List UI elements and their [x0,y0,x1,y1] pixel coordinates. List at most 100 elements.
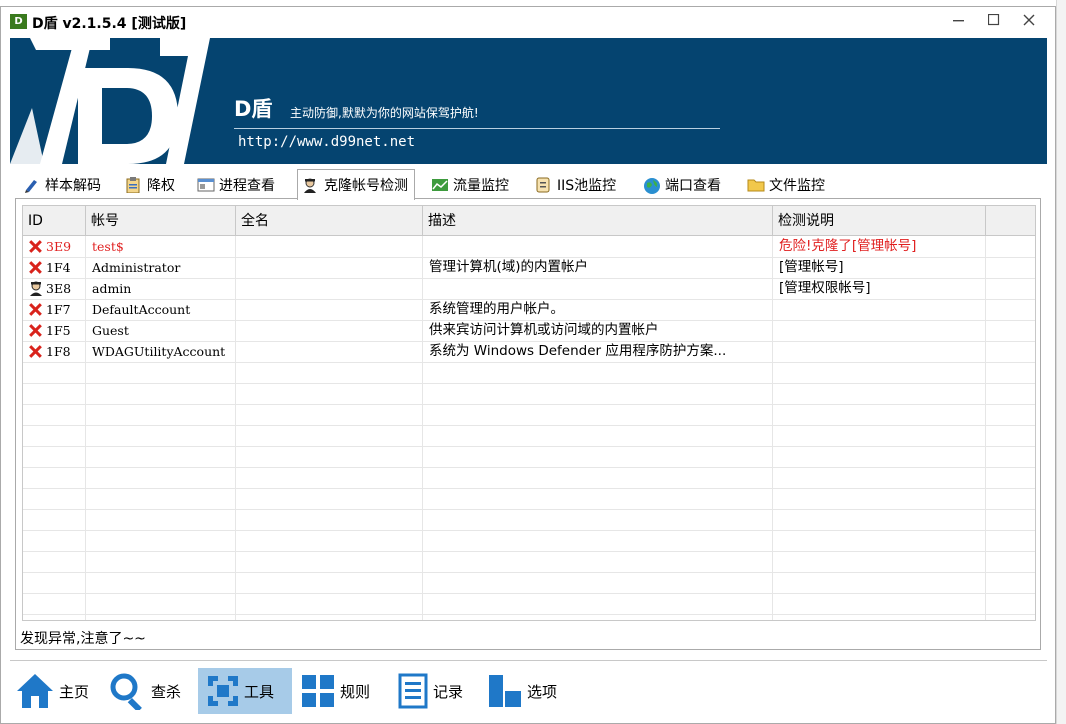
disabled-x-icon [29,324,42,337]
column-header-filler [986,206,1035,236]
nav-options[interactable]: 选项 [487,668,557,714]
column-header-account[interactable]: 帐号 [86,206,236,236]
cell-account: Administrator [92,260,181,275]
maximize-button[interactable] [977,10,1011,32]
cell-detection-note [773,341,986,362]
cell-fullname [236,257,423,278]
cell-id: 3E9 [23,236,86,257]
disabled-x-icon [29,261,42,274]
clone-account-panel: ID 帐号 全名 描述 检测说明 3E9 test$ 危险!克隆了[管理帐号] 1F4… [15,198,1041,650]
bottom-divider [10,660,1047,661]
row-gridline [23,425,1035,426]
tab-lower-privilege[interactable]: 降权 [125,171,175,199]
nav-home[interactable]: 主页 [15,668,93,714]
table-row[interactable]: 1F7 DefaultAccount 系统管理的用户帐户。 [23,299,1035,320]
column-header-fullname[interactable]: 全名 [236,206,423,236]
cell-account: test$ [92,239,124,254]
cell-id: 1F4 [23,257,86,278]
cell-detection-note [773,299,986,320]
nav-logs[interactable]: 记录 [397,668,463,714]
app-logo-icon: D [10,14,27,29]
nav-rules[interactable]: 规则 [300,668,370,714]
column-header-detection-note[interactable]: 检测说明 [773,206,986,236]
cell-description [423,236,773,257]
close-icon [1023,14,1035,26]
account-id: 1F4 [46,260,71,275]
user-icon [29,281,43,296]
app-window: D D盾 v2.1.5.4 [测试版] D盾 主动防御,默默为你的网站保驾护航!… [0,6,1056,724]
tab-port-view[interactable]: 端口查看 [643,171,721,199]
disabled-x-icon [29,240,42,253]
spy-icon [302,177,318,193]
cell-id: 3E8 [23,278,86,299]
tab-label: 样本解码 [45,178,101,194]
tab-label: 进程查看 [219,178,275,194]
scroll-icon [535,177,551,193]
cell-fullname [236,320,423,341]
nav-label: 规则 [340,682,371,701]
folder-icon [747,177,765,193]
disabled-x-icon [29,303,42,316]
tools-icon [208,676,238,706]
banner-url[interactable]: http://www.d99net.net [238,134,415,150]
status-message: 发现异常,注意了~~ [20,631,146,647]
row-gridline [23,530,1035,531]
banner-slogan: 主动防御,默默为你的网站保驾护航! [290,106,479,120]
tab-sample-decode[interactable]: 样本解码 [23,171,101,199]
table-row[interactable]: 3E8 admin [管理权限帐号] [23,278,1035,299]
tab-process-view[interactable]: 进程查看 [197,171,275,199]
row-gridline [23,614,1035,615]
cell-fullname [236,236,423,257]
tab-label: IIS池监控 [557,178,617,194]
table-row[interactable]: 3E9 test$ 危险!克隆了[管理帐号] [23,236,1035,257]
d-shield-logo [10,38,210,164]
table-row[interactable]: 1F8 WDAGUtilityAccount 系统为 Windows Defende… [23,341,1035,362]
banner-divider [234,128,720,129]
account-id: 3E9 [46,239,72,254]
cell-description: 系统管理的用户帐户。 [429,301,564,317]
row-gridline [23,593,1035,594]
cell-account: Guest [92,323,129,338]
minimize-icon [953,20,964,22]
title-bar: D D盾 v2.1.5.4 [测试版] [1,7,1055,37]
cell-fullname [236,299,423,320]
tab-label: 流量监控 [453,178,509,194]
column-header-id[interactable]: ID [23,206,86,236]
row-gridline [23,404,1035,405]
nav-label: 主页 [59,682,90,701]
clipboard-icon [125,177,141,194]
cell-id: 1F8 [23,341,86,362]
cell-id: 1F7 [23,299,86,320]
maximize-icon [987,13,1000,26]
cell-description: 管理计算机(域)的内置帐户 [429,259,589,275]
nav-tools[interactable]: 工具 [198,668,292,714]
nav-scan[interactable]: 查杀 [109,668,185,714]
nav-label: 记录 [433,682,464,701]
tab-traffic-monitor[interactable]: 流量监控 [431,171,509,199]
account-id: 1F5 [46,323,71,338]
tab-label: 降权 [147,178,175,194]
row-gridline [23,509,1035,510]
tab-label: 克隆帐号检测 [324,178,408,194]
disabled-x-icon [29,345,42,358]
column-header-description[interactable]: 描述 [423,206,773,236]
tab-clone-account[interactable]: 克隆帐号检测 [297,169,415,200]
tab-iis-pool-monitor[interactable]: IIS池监控 [535,171,616,199]
nav-label: 选项 [527,682,558,701]
cell-fullname [236,278,423,299]
grid-icon [302,675,334,707]
nav-label: 查杀 [151,682,182,701]
cell-detection-note [773,320,986,341]
chart-icon [431,177,448,193]
options-icon [489,675,521,707]
close-button[interactable] [1012,10,1046,32]
table-row[interactable]: 1F4 Administrator 管理计算机(域)的内置帐户 [管理帐号] [23,257,1035,278]
cell-id: 1F5 [23,320,86,341]
document-icon [398,673,428,709]
row-gridline [23,446,1035,447]
window-icon [197,177,215,193]
table-row[interactable]: 1F5 Guest 供来宾访问计算机或访问域的内置帐户 [23,320,1035,341]
window-title: D盾 v2.1.5.4 [测试版] [32,16,187,32]
minimize-button[interactable] [942,10,976,32]
tab-file-monitor[interactable]: 文件监控 [747,171,825,199]
